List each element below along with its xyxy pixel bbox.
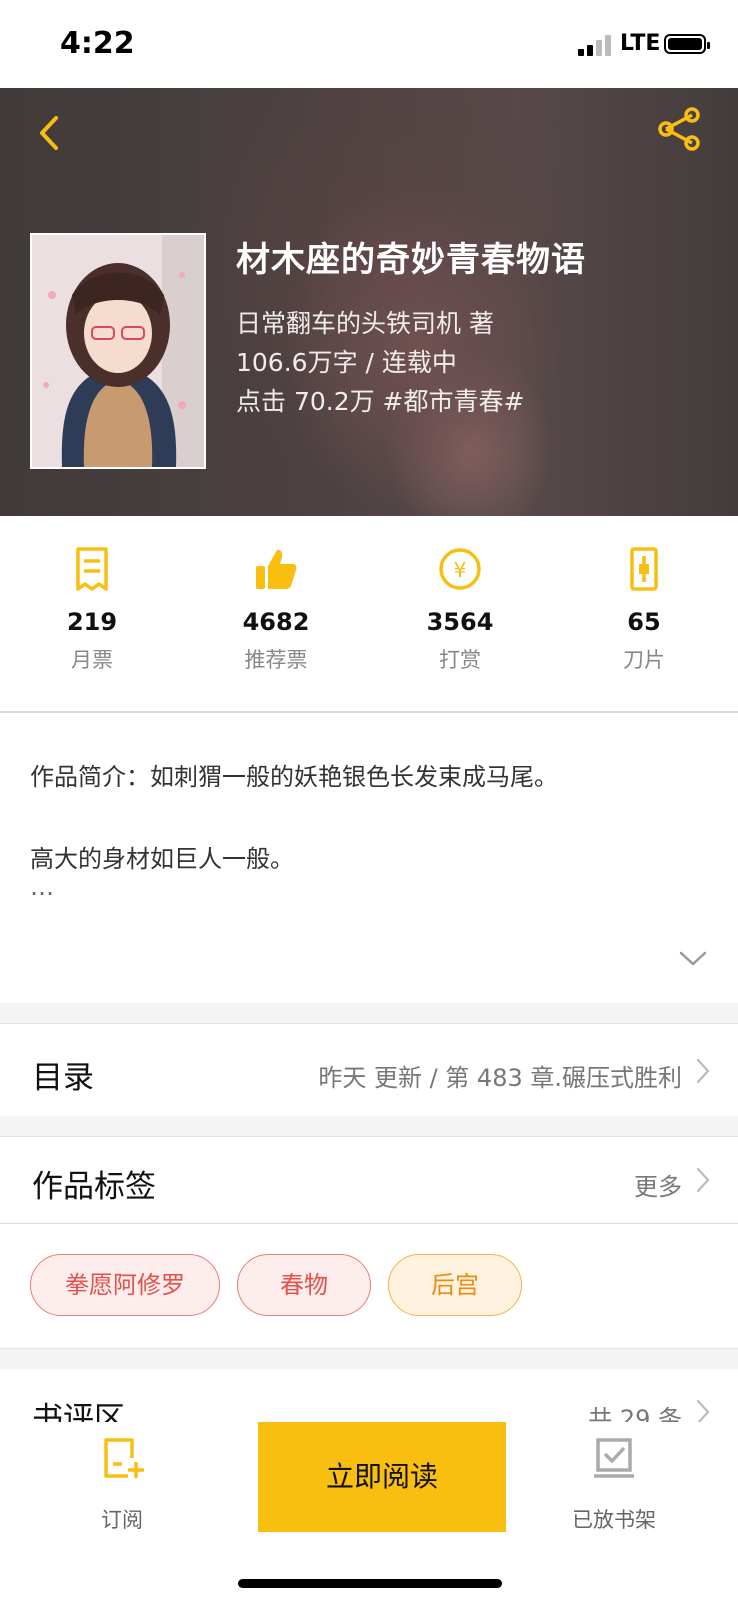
chevron-right-icon [696, 1167, 710, 1193]
tag-item[interactable]: 后宫 [388, 1254, 522, 1316]
bookshelf-check-icon [594, 1438, 634, 1478]
tag-item[interactable]: 春物 [237, 1254, 371, 1316]
word-count-status: 106.6万字 / 连载中 [236, 348, 457, 377]
stat-value: 3564 [426, 608, 494, 636]
tag-item[interactable]: 拳愿阿修罗 [30, 1254, 220, 1316]
stat-value: 4682 [242, 608, 310, 636]
subscribe-label: 订阅 [101, 1508, 143, 1532]
back-button[interactable] [30, 110, 70, 156]
stats-bar: 219 月票 4682 推荐票 ¥ 3564 打赏 65 刀片 [0, 516, 738, 713]
stat-value: 219 [66, 608, 118, 636]
stat-label: 推荐票 [244, 648, 308, 672]
tag-list: 拳愿阿修罗 春物 后宫 [0, 1224, 738, 1348]
book-hero: 材木座的奇妙青春物语 日常翻车的头铁司机 著 106.6万字 / 连载中 点击 … [0, 88, 738, 516]
chevron-down-icon [679, 951, 707, 966]
book-title: 材木座的奇妙青春物语 [236, 240, 586, 280]
status-bar: 4:22 LTE [0, 0, 738, 88]
section-divider [0, 1003, 738, 1024]
blade-icon [630, 547, 658, 591]
expand-intro-button[interactable] [678, 949, 708, 969]
reviews-row[interactable]: 书评区 共 29 条 [0, 1369, 738, 1437]
catalog-row[interactable]: 目录 昨天 更新 / 第 483 章.碾压式胜利 [0, 1024, 738, 1116]
tags-header-row[interactable]: 作品标签 更多 [0, 1137, 738, 1225]
on-shelf-label: 已放书架 [572, 1508, 656, 1532]
home-indicator [238, 1579, 502, 1588]
intro-ellipsis: … [30, 873, 54, 901]
on-shelf-button[interactable]: 已放书架 [544, 1434, 684, 1534]
subscribe-icon [104, 1438, 144, 1478]
cover-illustration [32, 235, 204, 467]
stat-value: 65 [627, 608, 661, 636]
monthly-ticket-icon [76, 547, 108, 591]
bottom-action-bar: 订阅 立即阅读 已放书架 [0, 1422, 738, 1600]
svg-text:¥: ¥ [454, 558, 467, 582]
chevron-right-icon [696, 1058, 710, 1084]
intro-line: 作品简介：如刺猬一般的妖艳银色长发束成马尾。 [30, 763, 558, 791]
battery-icon [664, 34, 710, 54]
section-divider [0, 1116, 738, 1137]
intro-line: 高大的身材如巨人一般。 [30, 845, 294, 873]
signal-icon [578, 34, 614, 56]
status-time: 4:22 [60, 26, 135, 61]
stat-label: 打赏 [439, 648, 481, 672]
stat-blade[interactable]: 65 刀片 [552, 546, 736, 674]
share-button[interactable] [654, 104, 704, 154]
book-cover[interactable] [30, 233, 206, 469]
chevron-left-icon [40, 116, 58, 150]
author-line[interactable]: 日常翻车的头铁司机 著 [236, 304, 494, 340]
section-divider [0, 1348, 738, 1369]
tags-title: 作品标签 [32, 1169, 156, 1205]
subscribe-button[interactable]: 订阅 [52, 1434, 192, 1534]
share-icon [658, 107, 700, 151]
reward-icon: ¥ [439, 548, 481, 590]
stat-recommend[interactable]: 4682 推荐票 [184, 546, 368, 674]
stat-monthly-ticket[interactable]: 219 月票 [0, 546, 184, 674]
tags-more: 更多 [634, 1173, 682, 1201]
clicks-genre: 点击 70.2万 #都市青春# [236, 387, 525, 416]
read-now-button[interactable]: 立即阅读 [258, 1422, 506, 1532]
network-type: LTE [620, 31, 661, 56]
catalog-title: 目录 [32, 1060, 94, 1096]
thumbs-up-icon [256, 549, 297, 589]
stat-reward[interactable]: ¥ 3564 打赏 [368, 546, 552, 674]
stat-label: 月票 [71, 648, 113, 672]
book-intro[interactable]: 作品简介：如刺猬一般的妖艳银色长发束成马尾。 高大的身材如巨人一般。 … [0, 713, 738, 1003]
stat-label: 刀片 [623, 648, 665, 672]
latest-chapter: 昨天 更新 / 第 483 章.碾压式胜利 [318, 1064, 682, 1092]
